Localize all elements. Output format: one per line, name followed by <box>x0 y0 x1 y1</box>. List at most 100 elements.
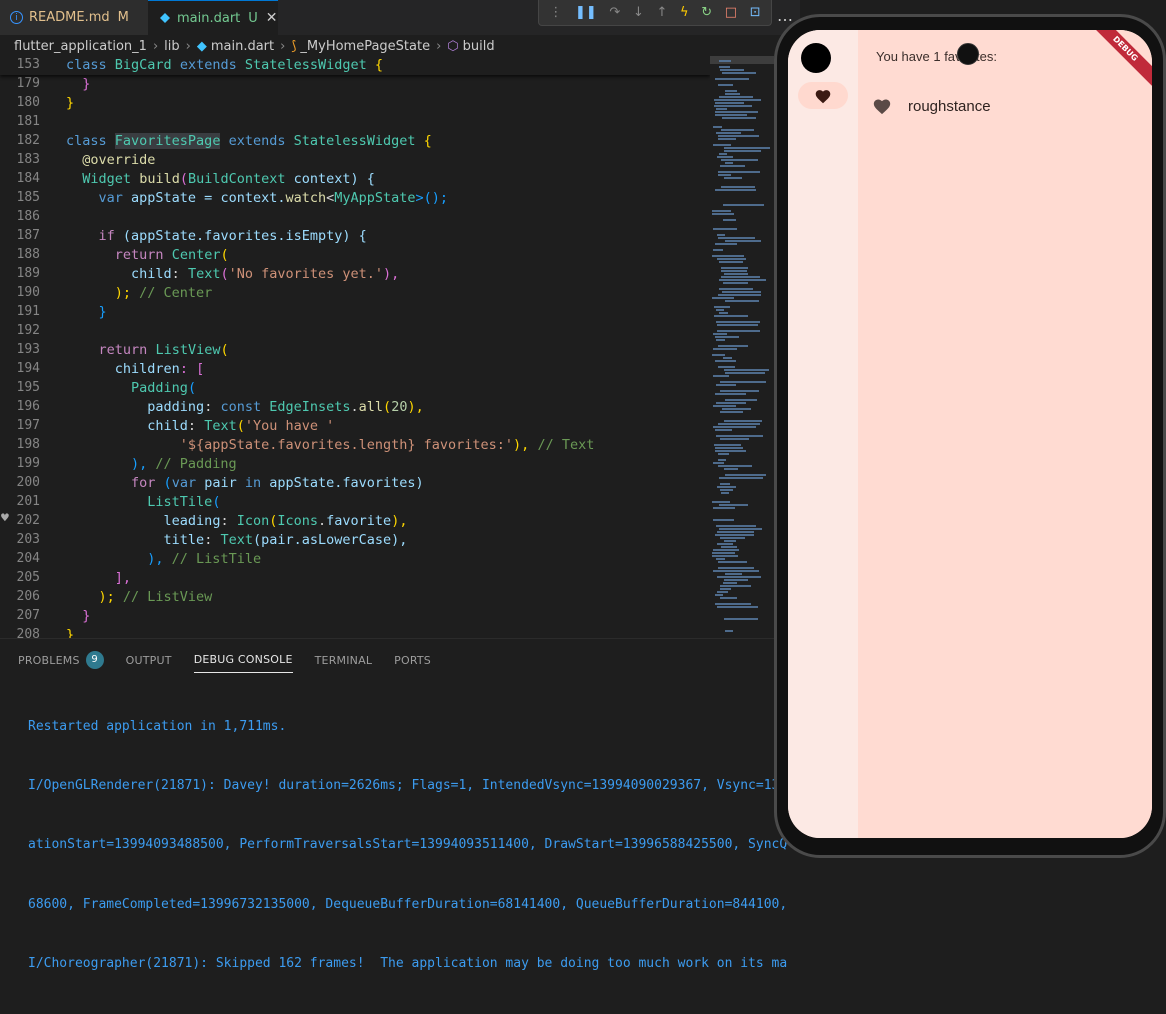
minimap-line <box>715 594 723 596</box>
minimap-line <box>721 186 755 188</box>
navigation-rail <box>788 30 858 838</box>
code-line: ), // ListTile <box>66 551 262 567</box>
minimap-line <box>720 381 766 383</box>
code-line: title: Text(pair.asLowerCase), <box>163 532 408 548</box>
minimap-line <box>724 150 761 152</box>
restart-icon[interactable]: ↻ <box>701 6 712 19</box>
breadcrumb-file[interactable]: main.dart <box>211 39 274 54</box>
minimap-line <box>716 132 741 134</box>
line-number: 189 <box>16 266 40 281</box>
breadcrumb-method[interactable]: build <box>463 39 495 54</box>
problems-count-badge: 9 <box>85 651 104 669</box>
code-line: class FavoritesPage extends StatelessWid… <box>66 133 432 149</box>
minimap-line <box>713 144 731 146</box>
minimap-line <box>717 606 758 608</box>
minimap-line <box>723 582 737 584</box>
minimap-line <box>725 474 766 476</box>
class-symbol-icon: ⟆ <box>291 38 297 54</box>
line-number: 181 <box>16 114 40 129</box>
pause-icon[interactable]: ❚❚ <box>575 6 597 19</box>
tab-main-dart[interactable]: main.dart U ✕ <box>148 0 278 35</box>
sticky-scroll-header[interactable]: 153 class BigCard extends StatelessWidge… <box>0 56 710 75</box>
minimap-line <box>722 291 761 293</box>
minimap-line <box>715 534 754 536</box>
minimap-line <box>723 357 732 359</box>
list-item[interactable]: roughstance <box>872 97 991 115</box>
minimap-line <box>725 240 761 242</box>
step-out-icon[interactable]: ↑ <box>656 6 667 19</box>
breadcrumb-project[interactable]: flutter_application_1 <box>14 39 147 54</box>
tab-problems[interactable]: PROBLEMS 9 <box>18 651 104 673</box>
dart-file-icon: ◆ <box>196 38 207 54</box>
code-line: '${appState.favorites.length} favorites:… <box>179 437 595 453</box>
tab-ports[interactable]: PORTS <box>394 651 431 673</box>
close-icon[interactable]: ✕ <box>266 10 278 26</box>
rail-home-destination[interactable] <box>801 43 831 73</box>
tab-readme[interactable]: i README.md M <box>0 0 148 35</box>
console-line: I/OpenGLRenderer(21871): Davey! duration… <box>28 777 788 793</box>
minimap-line <box>719 504 748 506</box>
minimap-slider[interactable] <box>708 56 774 64</box>
minimap-line <box>717 324 758 326</box>
tab-terminal[interactable]: TERMINAL <box>315 651 373 673</box>
minimap[interactable] <box>708 56 774 638</box>
chevron-right-icon: › <box>436 38 442 54</box>
line-number: 206 <box>16 589 40 604</box>
emulator-screen[interactable]: You have 1 favorites: roughstance DEBUG <box>788 30 1152 838</box>
minimap-line <box>716 402 746 404</box>
inspect-widget-icon[interactable]: ⊡ <box>750 6 761 19</box>
minimap-line <box>724 618 758 620</box>
minimap-line <box>718 423 760 425</box>
tab-output[interactable]: OUTPUT <box>126 651 172 673</box>
minimap-line <box>716 558 725 560</box>
minimap-line <box>719 279 766 281</box>
minimap-line <box>717 330 760 332</box>
line-number: 193 <box>16 342 40 357</box>
minimap-line <box>719 261 743 263</box>
minimap-line <box>714 99 761 101</box>
minimap-line <box>724 147 770 149</box>
minimap-line <box>725 162 733 164</box>
minimap-line <box>712 501 730 503</box>
minimap-line <box>712 297 734 299</box>
step-into-icon[interactable]: ↓ <box>633 6 644 19</box>
minimap-line <box>712 354 725 356</box>
step-over-icon[interactable]: ↷ <box>609 6 620 19</box>
minimap-line <box>713 507 735 509</box>
minimap-line <box>715 243 737 245</box>
minimap-line <box>725 300 759 302</box>
line-number: 186 <box>16 209 40 224</box>
minimap-line <box>720 585 751 587</box>
stop-icon[interactable]: □ <box>725 6 737 19</box>
dart-file-icon <box>158 11 171 25</box>
code-line: return Center( <box>114 247 229 263</box>
minimap-line <box>722 117 756 119</box>
hot-reload-icon[interactable]: ϟ <box>680 6 689 19</box>
line-number: 183 <box>16 152 40 167</box>
line-number: 195 <box>16 380 40 395</box>
minimap-line <box>715 336 739 338</box>
minimap-line <box>717 591 728 593</box>
minimap-line <box>717 531 754 533</box>
drag-handle-icon[interactable]: ⋮ <box>549 6 562 19</box>
breadcrumb-class[interactable]: _MyHomePageState <box>300 39 430 54</box>
rail-favorites-destination[interactable] <box>798 82 848 109</box>
minimap-line <box>720 390 759 392</box>
breadcrumb-folder[interactable]: lib <box>164 39 179 54</box>
line-number: 200 <box>16 475 40 490</box>
minimap-line <box>717 543 733 545</box>
more-actions-icon[interactable]: … <box>777 6 793 25</box>
minimap-line <box>715 603 751 605</box>
code-editor[interactable]: 153 class BigCard extends StatelessWidge… <box>0 56 710 638</box>
line-number: 201 <box>16 494 40 509</box>
line-number: 180 <box>16 95 40 110</box>
line-number: 185 <box>16 190 40 205</box>
line-number: 182 <box>16 133 40 148</box>
breadcrumb: flutter_application_1 › lib › ◆ main.dar… <box>0 35 780 57</box>
minimap-line <box>723 282 748 284</box>
debug-console-output[interactable]: Restarted application in 1,711ms. I/Open… <box>28 677 787 1014</box>
minimap-line <box>716 309 724 311</box>
minimap-line <box>715 78 749 80</box>
tab-debug-console[interactable]: DEBUG CONSOLE <box>193 651 293 673</box>
code-line: Widget build(BuildContext context) { <box>82 171 375 187</box>
